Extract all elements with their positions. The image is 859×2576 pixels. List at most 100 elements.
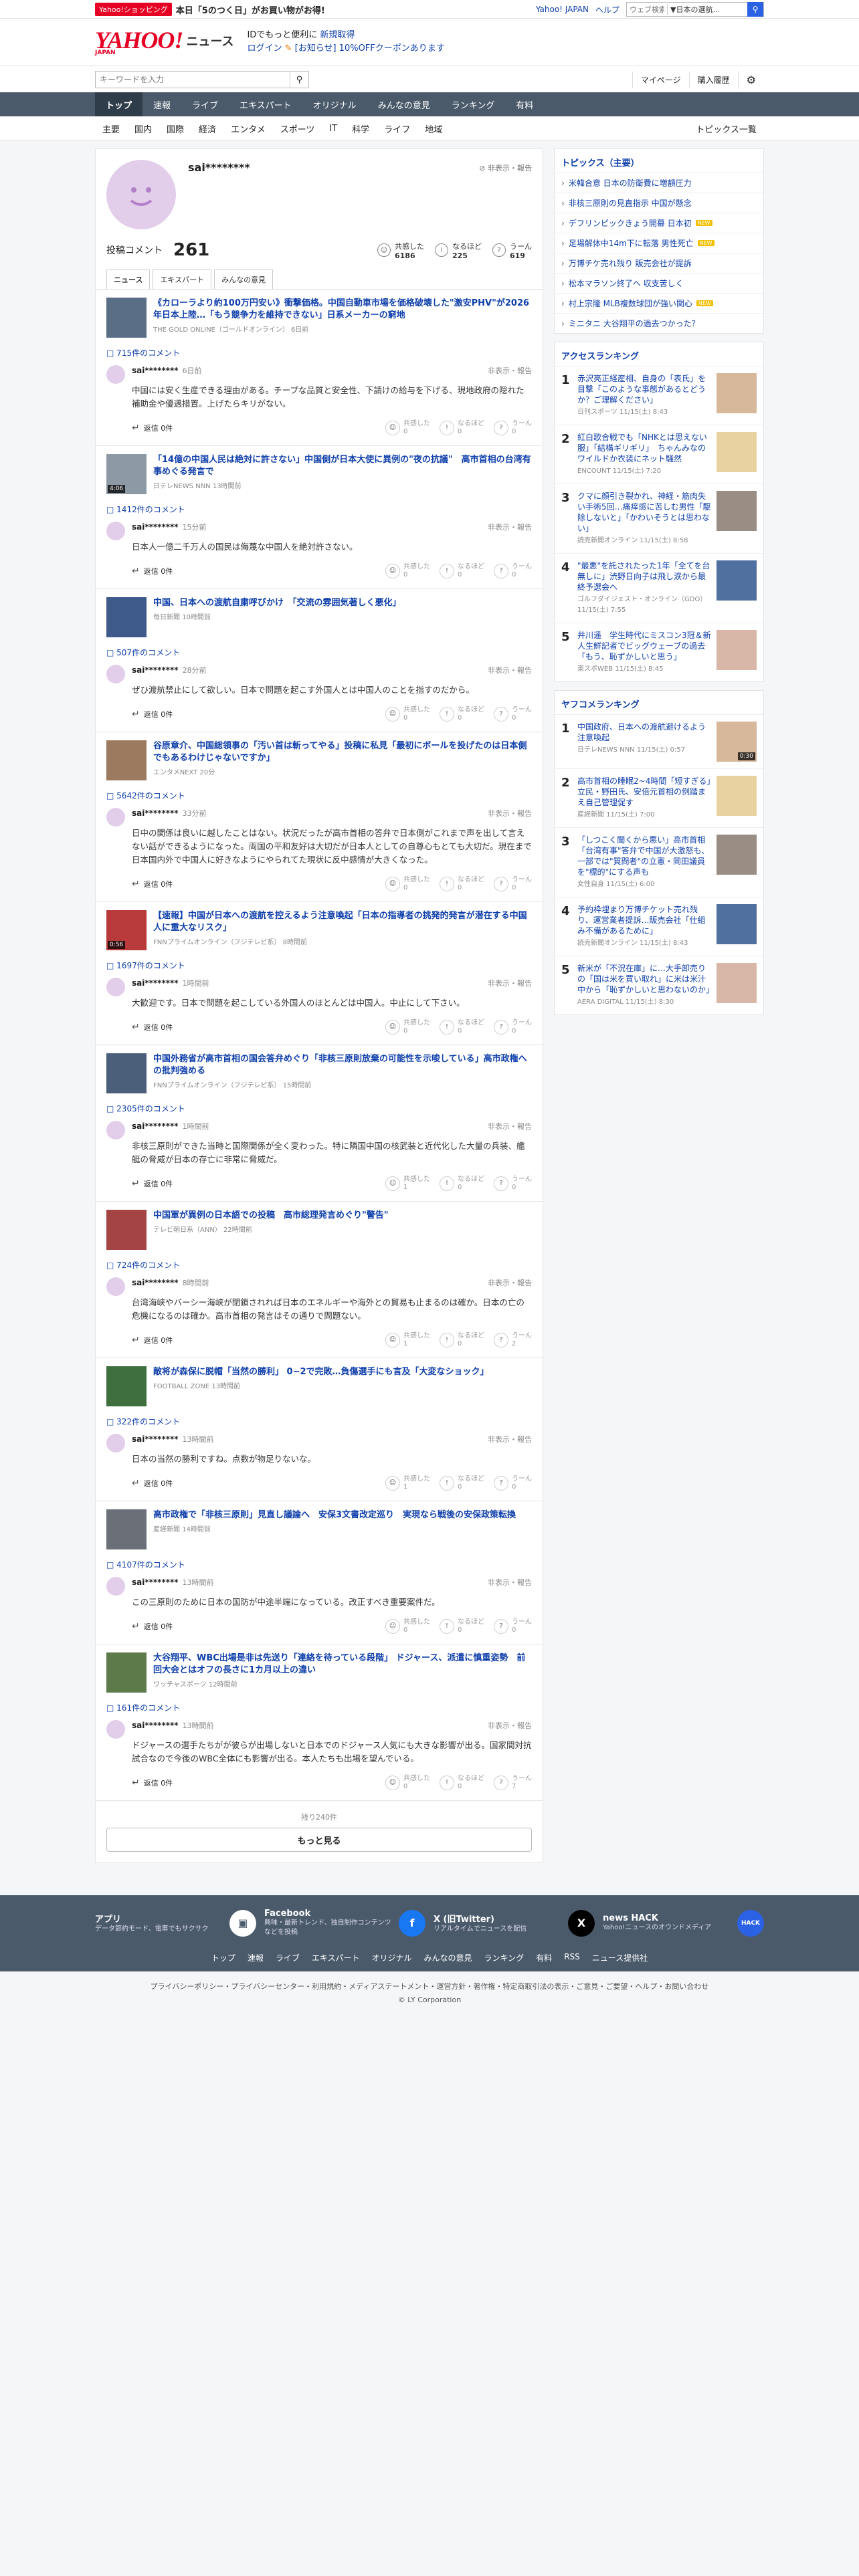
- coupon-link[interactable]: [お知らせ] 10%OFFクーポンあります: [295, 43, 445, 53]
- hmm-button[interactable]: ? うーん 0: [494, 1176, 532, 1192]
- report-link[interactable]: 非表示・報告: [488, 665, 532, 675]
- footer-link[interactable]: 速報: [248, 1952, 264, 1963]
- article-link[interactable]: 中国軍が異例の日本語での投稿 高市総理発言めぐり"警告" テレビ朝日系（ANN） …: [106, 1210, 532, 1250]
- topic-item[interactable]: デフリンピックきょう開幕 日本初NEW: [555, 213, 763, 233]
- nav-expert[interactable]: エキスパート: [229, 92, 302, 116]
- hmm-button[interactable]: ? うーん 2: [494, 1332, 532, 1348]
- topic-item[interactable]: ミニタニ 大谷翔平の過去つかった？: [555, 313, 763, 333]
- article-title[interactable]: 大谷翔平、WBC出場是非は先送り「連絡を待っている段階」 ドジャース、派遣に慎重…: [153, 1652, 532, 1677]
- report-link[interactable]: 非表示・報告: [488, 1720, 532, 1731]
- empathy-button[interactable]: ☺ 共感した 0: [385, 563, 430, 579]
- ranking-item[interactable]: 1 赤沢亮正経産相、自身の「表氏」を目撃「このような事態があるとどうか？ご理解くだ…: [555, 366, 763, 425]
- report-link[interactable]: 非表示・報告: [488, 1277, 532, 1288]
- insight-button[interactable]: ! なるほど 0: [440, 1019, 484, 1035]
- comment-count-link[interactable]: □ 4107件のコメント: [106, 1559, 532, 1570]
- footer-card[interactable]: X (旧Twitter) リアルタイムでニュースを配信 X: [434, 1909, 595, 1937]
- topic-item[interactable]: 非核三原則の見直指示 中国が懸念: [555, 193, 763, 213]
- yahoo-japan-link[interactable]: Yahoo! JAPAN: [536, 5, 589, 14]
- hmm-button[interactable]: ? うーん 7: [494, 1775, 532, 1791]
- topic-item[interactable]: 村上宗隆 MLB複数球団が強い関心 NEW: [555, 293, 763, 313]
- topic-item[interactable]: 米韓合意 日本の防衛費に増額圧力: [555, 173, 763, 193]
- tab-expert[interactable]: エキスパート: [153, 270, 212, 289]
- login-link[interactable]: ログイン: [247, 43, 282, 53]
- reply-button[interactable]: ↵ 返信 0件: [132, 1178, 173, 1189]
- empathy-button[interactable]: ☺ 共感した 0: [385, 876, 430, 892]
- topic-item[interactable]: 万博チケ売れ残り 販売会社が提訴: [555, 253, 763, 273]
- comment-user[interactable]: sai********: [132, 1434, 179, 1444]
- nav-top[interactable]: トップ: [95, 92, 143, 116]
- topic-item[interactable]: 足場解体中14m下に転落 男性死亡NEW: [555, 233, 763, 253]
- article-title[interactable]: 中国、日本への渡航自粛呼びかけ 「交流の雰囲気著しく悪化」: [153, 597, 401, 609]
- nav-live[interactable]: ライブ: [181, 92, 229, 116]
- shopping-badge[interactable]: Yahoo!ショッピング: [95, 3, 172, 16]
- comment-count-link[interactable]: □ 507件のコメント: [106, 647, 532, 658]
- comment-count-link[interactable]: □ 5642件のコメント: [106, 790, 532, 801]
- article-link[interactable]: 中国、日本への渡航自粛呼びかけ 「交流の雰囲気著しく悪化」 毎日新聞 10時間前: [106, 597, 532, 637]
- hmm-button[interactable]: ? うーん 0: [494, 706, 532, 722]
- insight-button[interactable]: ! なるほど 0: [440, 420, 484, 436]
- report-link[interactable]: 非表示・報告: [488, 522, 532, 532]
- report-link[interactable]: 非表示・報告: [488, 978, 532, 988]
- tab-news[interactable]: ニュース: [106, 270, 151, 289]
- article-title[interactable]: 《カローラより約100万円安い》衝撃価格。中国自動車市場を価格破壊した"激安PH…: [153, 298, 532, 322]
- article-link[interactable]: 谷原章介、中国総領事の「汚い首は斬ってやる」投稿に私見「最初にボールを投げたのは…: [106, 740, 532, 780]
- article-title[interactable]: 谷原章介、中国総領事の「汚い首は斬ってやる」投稿に私見「最初にボールを投げたのは…: [153, 740, 532, 764]
- topic-sports[interactable]: スポーツ: [273, 122, 322, 135]
- empathy-button[interactable]: ☺ 共感した 0: [385, 706, 430, 722]
- footer-link[interactable]: ランキング: [484, 1952, 524, 1963]
- comment-count-link[interactable]: □ 2305件のコメント: [106, 1103, 532, 1114]
- more-button[interactable]: もっと見る: [106, 1828, 532, 1852]
- nav-ranking[interactable]: ランキング: [441, 92, 506, 116]
- nav-breaking[interactable]: 速報: [142, 92, 181, 116]
- footer-card[interactable]: アプリ データ節約モード、電車でもサクサク ▣: [95, 1909, 256, 1937]
- comment-user[interactable]: sai********: [132, 1278, 179, 1287]
- article-link[interactable]: 高市政権で「非核三原則」見直し議論へ 安保3文書改定巡り 実現なら戦後の安保政策…: [106, 1509, 532, 1549]
- empathy-button[interactable]: ☺ 共感した 1: [385, 1332, 430, 1348]
- search-icon[interactable]: ⚲: [747, 2, 763, 17]
- article-link[interactable]: 大谷翔平、WBC出場是非は先送り「連絡を待っている段階」 ドジャース、派遣に慎重…: [106, 1652, 532, 1693]
- insight-button[interactable]: ! なるほど 0: [440, 563, 484, 579]
- comment-user[interactable]: sai********: [132, 1721, 179, 1730]
- article-link[interactable]: 《カローラより約100万円安い》衝撃価格。中国自動車市場を価格破壊した"激安PH…: [106, 298, 532, 338]
- empathy-button[interactable]: ☺ 共感した 0: [385, 1775, 430, 1791]
- search-scope-select[interactable]: ▼日本の選航...: [667, 4, 747, 15]
- footer-link[interactable]: みんなの意見: [424, 1952, 472, 1963]
- hmm-button[interactable]: ? うーん 0: [494, 876, 532, 892]
- footer-link[interactable]: エキスパート: [312, 1952, 360, 1963]
- keyword-input[interactable]: [96, 72, 290, 88]
- footer-link[interactable]: RSS: [564, 1952, 580, 1963]
- comment-user[interactable]: sai********: [132, 665, 179, 675]
- purchase-history-link[interactable]: 購入履歴: [688, 71, 738, 88]
- topic-domestic[interactable]: 国内: [127, 122, 159, 135]
- report-link[interactable]: 非表示・報告: [488, 1577, 532, 1588]
- topic-science[interactable]: 科学: [345, 122, 377, 135]
- ranking-item[interactable]: 2 紅白歌合戦でも「NHKとは思えない服」「結構ギリギリ」 ちゃんみなのワイルドか…: [555, 425, 763, 484]
- insight-button[interactable]: ! なるほど 0: [440, 1618, 484, 1634]
- mypage-link[interactable]: マイページ: [632, 71, 689, 88]
- article-title[interactable]: 中国外務省が高市首相の国会答弁めぐり「非核三原則放棄の可能性を示唆している」高市…: [153, 1053, 532, 1077]
- article-link[interactable]: 0:56 【速報】中国が日本への渡航を控えるよう注意喚起「日本の指導者の挑発的発…: [106, 910, 532, 950]
- article-link[interactable]: 敵将が森保に脱帽「当然の勝利」 0−2で完敗…負傷選手にも言及「大変なショック」…: [106, 1366, 532, 1406]
- register-link[interactable]: 新規取得: [320, 30, 355, 40]
- gear-icon[interactable]: ⚙: [737, 70, 764, 89]
- ranking-item[interactable]: 1 中国政府、日本への渡航避けるよう注意喚起 日テレNEWS NNN 11/15(土…: [555, 714, 763, 768]
- article-title[interactable]: 【速報】中国が日本への渡航を控えるよう注意喚起「日本の指導者の挑発的発言が潜在す…: [153, 910, 532, 934]
- ranking-item[interactable]: 3 「しつこく聞くから悪い」高市首相「台湾有事"答弁で中国が大激怒も、一部では"質…: [555, 827, 763, 897]
- comment-user[interactable]: sai********: [132, 1578, 179, 1587]
- reply-button[interactable]: ↵ 返信 0件: [132, 566, 173, 576]
- article-link[interactable]: 中国外務省が高市首相の国会答弁めぐり「非核三原則放棄の可能性を示唆している」高市…: [106, 1053, 532, 1093]
- empathy-button[interactable]: ☺ 共感した 1: [385, 1176, 430, 1192]
- footer-link[interactable]: ライブ: [276, 1952, 300, 1963]
- topic-local[interactable]: 地域: [417, 122, 450, 135]
- topic-entertainment[interactable]: エンタメ: [223, 122, 273, 135]
- comment-user[interactable]: sai********: [132, 366, 179, 375]
- web-search-input[interactable]: [627, 3, 667, 16]
- legal-text[interactable]: プライバシーポリシー・プライバシーセンター・利用規約・メディアステートメント・運…: [0, 1981, 859, 1992]
- article-link[interactable]: 4:06 「14億の中国人民は絶対に許さない」中国側が日本大使に異例の"夜の抗議…: [106, 454, 532, 494]
- report-link[interactable]: 非表示・報告: [488, 808, 532, 819]
- comment-user[interactable]: sai********: [132, 1121, 179, 1131]
- comment-user[interactable]: sai********: [132, 522, 179, 532]
- comment-user[interactable]: sai********: [132, 809, 179, 818]
- footer-card[interactable]: news HACK Yahoo!ニュースのオウンドメディア HACK: [603, 1909, 764, 1937]
- tab-opinion[interactable]: みんなの意見: [214, 270, 274, 289]
